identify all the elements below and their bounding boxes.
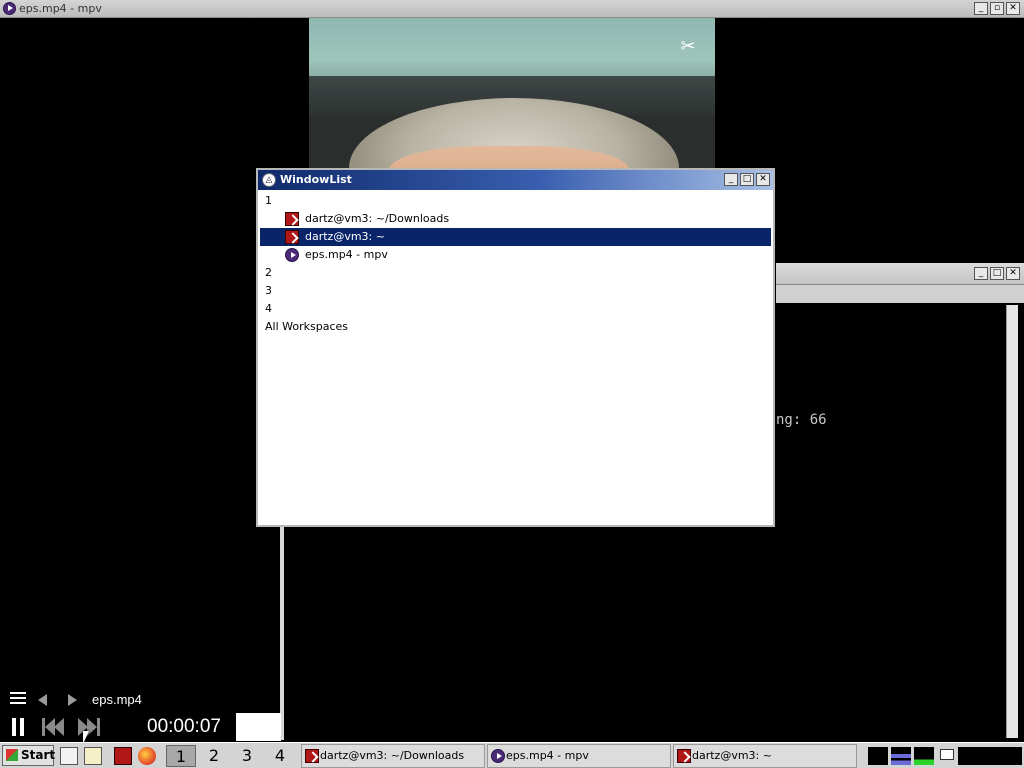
file-manager-icon[interactable] <box>60 747 78 765</box>
window-list-icon: ◬ <box>262 173 276 187</box>
terminal-left-border <box>280 527 284 740</box>
video-frame[interactable]: ✂ <box>309 18 715 168</box>
playback-time[interactable]: 00:00:07 <box>147 716 221 738</box>
notes-icon[interactable] <box>84 747 102 765</box>
workspace-button-2[interactable]: 2 <box>199 745 229 767</box>
terminal-titlebar[interactable]: _ □ ✕ <box>776 263 1024 285</box>
close-button[interactable]: ✕ <box>1006 2 1020 15</box>
task-button-home-terminal[interactable]: dartz@vm3: ~ <box>673 744 857 768</box>
minimize-button[interactable]: _ <box>974 2 988 15</box>
start-icon <box>6 749 18 761</box>
window-list-titlebar[interactable]: ◬ WindowList _ □ ✕ <box>258 170 773 190</box>
network-icon <box>891 747 911 765</box>
window-label: dartz@vm3: ~/Downloads <box>305 212 450 225</box>
seekbar[interactable] <box>236 713 281 741</box>
task-label: dartz@vm3: ~ <box>692 749 772 762</box>
window-row-downloads-terminal[interactable]: dartz@vm3: ~/Downloads <box>260 210 771 228</box>
memory-icon <box>914 747 934 765</box>
task-button-downloads-terminal[interactable]: dartz@vm3: ~/Downloads <box>301 744 485 768</box>
start-button[interactable]: Start <box>2 745 56 766</box>
start-label: Start <box>21 748 56 762</box>
terminal-menubar <box>776 285 1024 303</box>
workspace-label: 1 <box>265 194 272 207</box>
mpv-icon <box>285 248 299 262</box>
osc-filename: eps.mp4 <box>92 692 142 707</box>
maximize-button[interactable]: □ <box>740 173 754 186</box>
workspace-1-row[interactable]: 1 <box>260 192 771 210</box>
skip-forward-icon[interactable] <box>78 718 102 736</box>
mpv-icon <box>491 749 505 763</box>
terminal-scrollbar[interactable] <box>1006 305 1018 738</box>
mpv-window-buttons: _ ▫ ✕ <box>974 2 1020 15</box>
window-label: eps.mp4 - mpv <box>305 248 388 261</box>
workspace-label: 4 <box>265 302 272 315</box>
terminal-icon <box>285 230 299 244</box>
terminal-body[interactable]: ng: 66 <box>776 303 1006 740</box>
close-button[interactable]: ✕ <box>756 173 770 186</box>
task-label: dartz@vm3: ~/Downloads <box>320 749 465 762</box>
skip-back-icon[interactable] <box>42 718 66 736</box>
task-label: eps.mp4 - mpv <box>506 749 589 762</box>
all-workspaces-row[interactable]: All Workspaces <box>260 318 771 336</box>
mpv-titlebar[interactable]: eps.mp4 - mpv _ ▫ ✕ <box>0 0 1024 18</box>
workspace-3-row[interactable]: 3 <box>260 282 771 300</box>
terminal-icon[interactable] <box>114 747 132 765</box>
workspace-button-3[interactable]: 3 <box>232 745 262 767</box>
prev-icon[interactable] <box>38 694 47 706</box>
terminal-icon <box>305 749 319 763</box>
next-icon[interactable] <box>68 694 77 706</box>
capcut-logo-icon: ✂ <box>680 36 696 57</box>
terminal-output: ng: 66 <box>776 412 827 428</box>
tray-clock[interactable] <box>958 747 1022 765</box>
terminal-icon <box>285 212 299 226</box>
window-row-home-terminal[interactable]: dartz@vm3: ~ <box>260 228 771 246</box>
mail-icon[interactable] <box>940 749 954 760</box>
minimize-button[interactable]: _ <box>724 173 738 186</box>
pause-icon[interactable] <box>10 718 24 736</box>
window-label: dartz@vm3: ~ <box>305 230 385 243</box>
window-list-dialog[interactable]: ◬ WindowList _ □ ✕ 1 dartz@vm3: ~/Downlo… <box>256 168 775 527</box>
window-list: 1 dartz@vm3: ~/Downloads dartz@vm3: ~ ep… <box>260 192 771 336</box>
workspace-button-1[interactable]: 1 <box>166 745 196 767</box>
cpu-monitor-icon <box>868 747 888 765</box>
mpv-window-title: eps.mp4 - mpv <box>19 2 102 15</box>
close-button[interactable]: ✕ <box>1006 267 1020 280</box>
mpv-icon <box>3 2 16 15</box>
taskbar: Start 1 2 3 4 dartz@vm3: ~/Downloads eps… <box>0 742 1024 768</box>
workspace-4-row[interactable]: 4 <box>260 300 771 318</box>
firefox-icon[interactable] <box>138 747 156 765</box>
maximize-button[interactable]: ▫ <box>990 2 1004 15</box>
terminal-window[interactable]: _ □ ✕ ng: 66 <box>776 263 1024 740</box>
terminal-window-buttons: _ □ ✕ <box>974 267 1020 280</box>
workspace-label: 2 <box>265 266 272 279</box>
minimize-button[interactable]: _ <box>974 267 988 280</box>
task-button-mpv[interactable]: eps.mp4 - mpv <box>487 744 671 768</box>
workspace-2-row[interactable]: 2 <box>260 264 771 282</box>
maximize-button[interactable]: □ <box>990 267 1004 280</box>
workspace-button-4[interactable]: 4 <box>265 745 295 767</box>
window-row-mpv[interactable]: eps.mp4 - mpv <box>260 246 771 264</box>
workspace-label: All Workspaces <box>265 320 348 333</box>
terminal-icon <box>677 749 691 763</box>
window-list-buttons: _ □ ✕ <box>724 173 770 186</box>
window-list-title: WindowList <box>280 173 352 186</box>
workspace-label: 3 <box>265 284 272 297</box>
menu-icon[interactable] <box>10 692 26 706</box>
